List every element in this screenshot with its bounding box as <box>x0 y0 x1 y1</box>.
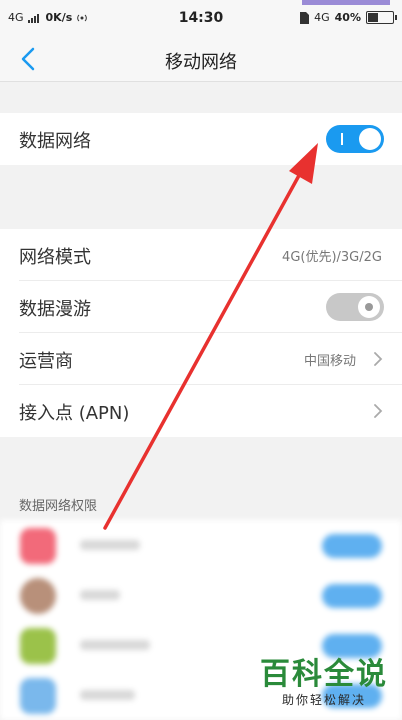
chevron-right-icon <box>374 404 383 418</box>
data-roaming-row: 数据漫游 <box>0 281 402 333</box>
carrier-label: 运营商 <box>19 351 73 372</box>
chevron-right-icon <box>374 352 383 366</box>
watermark-subtitle: 助你轻松解决 <box>281 693 366 707</box>
right-network-type: 4G <box>314 11 330 24</box>
data-network-toggle[interactable] <box>326 125 384 153</box>
permissions-section-title: 数据网络权限 <box>19 499 98 514</box>
carrier-row[interactable]: 运营商 中国移动 <box>0 333 402 385</box>
app-permission-toggle[interactable] <box>322 584 382 608</box>
network-mode-label: 网络模式 <box>19 247 91 268</box>
status-bar: 4G 0K/s 14:30 4G 40% <box>0 0 402 36</box>
app-name-placeholder <box>80 540 140 550</box>
sim-icon <box>300 11 310 24</box>
battery-percent: 40% <box>334 11 361 24</box>
data-roaming-toggle[interactable] <box>326 293 384 321</box>
title-bar: 移动网络 <box>0 36 402 82</box>
app-icon <box>20 628 56 664</box>
network-mode-row[interactable]: 网络模式 4G(优先)/3G/2G <box>0 229 402 281</box>
data-roaming-label: 数据漫游 <box>19 299 91 320</box>
app-name-placeholder <box>80 690 135 700</box>
watermark: 百科全说 助你轻松解决 <box>260 659 388 708</box>
apn-label: 接入点 (APN) <box>19 403 130 424</box>
toggle-on-mark <box>341 133 343 145</box>
watermark-title: 百科全说 <box>260 657 388 692</box>
page-title: 移动网络 <box>165 52 237 73</box>
data-network-row: 数据网络 <box>0 113 402 165</box>
toggle-knob <box>359 128 381 150</box>
app-icon <box>20 528 56 564</box>
apn-row[interactable]: 接入点 (APN) <box>0 385 402 437</box>
status-right: 4G 40% <box>300 11 397 24</box>
battery-icon <box>366 11 397 24</box>
carrier-value: 中国移动 <box>303 354 356 369</box>
app-name-placeholder <box>80 590 120 600</box>
app-icon <box>20 578 56 614</box>
network-mode-value: 4G(优先)/3G/2G <box>282 250 382 265</box>
app-icon <box>20 678 56 714</box>
app-permission-toggle[interactable] <box>322 634 382 658</box>
data-network-label: 数据网络 <box>19 131 91 152</box>
app-name-placeholder <box>80 640 150 650</box>
list-item[interactable] <box>0 520 402 570</box>
list-item[interactable] <box>0 570 402 620</box>
notification-tab <box>302 0 390 5</box>
app-permission-toggle[interactable] <box>322 534 382 558</box>
toggle-knob <box>358 296 380 318</box>
